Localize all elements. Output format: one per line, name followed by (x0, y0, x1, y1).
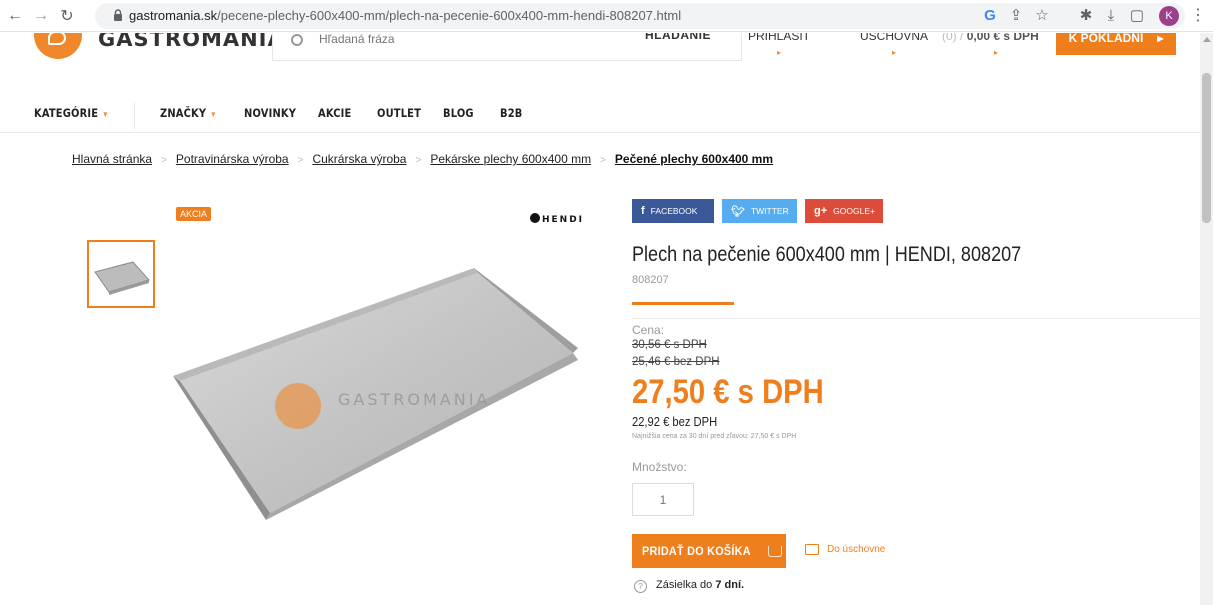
google-share-button[interactable]: g+ GOOGLE+ (805, 199, 883, 223)
bookmark-star-icon[interactable]: ☆ (1032, 5, 1052, 25)
chevron-down-icon: ▾ (211, 110, 216, 120)
brand-logo: HENDI (530, 213, 584, 225)
login-link[interactable]: PRIHLÁSIŤ ▸ (748, 33, 810, 57)
caret-icon: ▸ (777, 48, 782, 57)
profile-avatar[interactable]: K (1159, 6, 1179, 26)
product-thumbnail[interactable] (87, 240, 155, 308)
nav-sales[interactable]: AKCIE (318, 106, 351, 120)
help-icon[interactable]: ? (634, 580, 647, 593)
chevron-down-icon: ▾ (103, 110, 108, 120)
divider (632, 318, 1200, 319)
url-text: gastromania.sk/pecene-plechy-600x400-mm/… (129, 8, 682, 23)
current-price: 27,50 € s DPH (632, 373, 824, 411)
main-nav: KATEGÓRIE ▾ ZNAČKY ▾ NOVINKY AKCIE OUTLET … (0, 93, 1200, 133)
breadcrumb-item[interactable]: Pekárske plechy 600x400 mm (430, 152, 591, 166)
forward-arrow-icon[interactable]: → (30, 5, 52, 27)
google-plus-icon: g+ (814, 205, 828, 217)
price-label: Cena: (632, 323, 665, 337)
nav-categories[interactable]: KATEGÓRIE ▾ (34, 106, 107, 120)
breadcrumb-item[interactable]: Potravinárska výroba (176, 152, 289, 166)
checkout-button[interactable]: K POKLADNI ▸ (1056, 33, 1176, 55)
twitter-share-button[interactable]: 🐦︎ TWITTER (722, 199, 797, 223)
logo-icon[interactable] (34, 33, 82, 59)
search-button[interactable]: HĽADANIE (645, 33, 711, 42)
nav-blog[interactable]: BLOG (443, 106, 474, 120)
nav-divider (134, 103, 135, 129)
extensions-icon[interactable]: ✱ (1076, 5, 1096, 25)
add-to-cart-button[interactable]: PRIDAŤ DO KOŠÍKA (632, 534, 786, 568)
page-content: GASTROMANIA HĽADANIE PRIHLÁSIŤ▸ ÚSCHOVŇA… (0, 33, 1200, 605)
breadcrumb: Hlavná stránka > Potravinárska výroba > Cukr… (72, 152, 773, 166)
search-bar: HĽADANIE (272, 33, 742, 61)
quantity-label: Množstvo: (632, 460, 687, 474)
lowest-price-note: Najnižšia cena za 30 dní pred zľavou: 27… (632, 433, 797, 440)
cart-plus-icon (768, 545, 783, 557)
sale-badge: AKCIA (176, 207, 212, 221)
product-sku: 808207 (632, 274, 669, 286)
old-price-gross: 30,56 € s DPH (632, 339, 707, 351)
breadcrumb-item[interactable]: Hlavná stránka (72, 152, 152, 166)
scroll-up-arrow-icon[interactable] (1203, 37, 1211, 42)
side-panel-icon[interactable]: ▢ (1127, 5, 1147, 25)
watermark-logo-icon (275, 383, 321, 429)
brand-logo-icon (530, 213, 540, 223)
breadcrumb-separator: > (415, 155, 422, 166)
search-icon (291, 34, 303, 46)
product-title: Plech na pečenie 600x400 mm | HENDI, 808… (632, 243, 1022, 266)
back-arrow-icon[interactable]: ← (4, 5, 26, 27)
favorites-link[interactable]: ÚSCHOVŇA ▸ (860, 33, 928, 57)
scrollbar[interactable] (1200, 33, 1213, 605)
image-watermark: GASTROMANIA (338, 390, 491, 409)
title-underline (632, 302, 734, 305)
shipping-info: Zásielka do 7 dní. (656, 579, 745, 591)
logo-text[interactable]: GASTROMANIA (98, 33, 285, 51)
add-to-favorites-link[interactable]: Do úschovne (805, 544, 885, 555)
breadcrumb-item[interactable]: Cukrárska výroba (312, 152, 406, 166)
nav-news[interactable]: NOVINKY (244, 106, 296, 120)
old-price-net: 25,46 € bez DPH (632, 356, 720, 368)
cart-summary[interactable]: (0) / 0,00 € s DPH ▸ (942, 33, 1039, 57)
caret-icon: ▸ (994, 48, 999, 57)
facebook-icon: f (641, 205, 645, 217)
breadcrumb-current[interactable]: Pečené plechy 600x400 mm (615, 152, 773, 166)
google-icon[interactable]: G (980, 5, 1000, 25)
search-input[interactable] (319, 33, 619, 46)
browser-toolbar: ← → ↻ gastromania.sk/pecene-plechy-600x4… (0, 0, 1213, 32)
breadcrumb-separator: > (600, 155, 606, 166)
caret-icon: ▸ (892, 48, 897, 57)
folder-icon (805, 544, 819, 555)
arrow-right-icon: ▸ (1157, 33, 1164, 45)
breadcrumb-separator: > (161, 155, 167, 166)
nav-b2b[interactable]: B2B (500, 106, 522, 120)
current-price-net: 22,92 € bez DPH (632, 414, 718, 429)
download-icon[interactable]: ⤓ (1101, 5, 1121, 25)
twitter-icon: 🐦︎ (731, 205, 745, 218)
reload-icon[interactable]: ↻ (56, 5, 78, 27)
share-icon[interactable]: ⇪ (1006, 5, 1026, 25)
lock-icon (114, 9, 122, 21)
quantity-input[interactable] (632, 483, 694, 516)
scrollbar-thumb[interactable] (1202, 73, 1211, 223)
breadcrumb-separator: > (297, 155, 304, 166)
facebook-share-button[interactable]: f FACEBOOK (632, 199, 714, 223)
nav-brands[interactable]: ZNAČKY ▾ (160, 106, 215, 120)
kebab-menu-icon[interactable]: ⋮ (1190, 5, 1206, 25)
nav-outlet[interactable]: OUTLET (377, 106, 421, 120)
